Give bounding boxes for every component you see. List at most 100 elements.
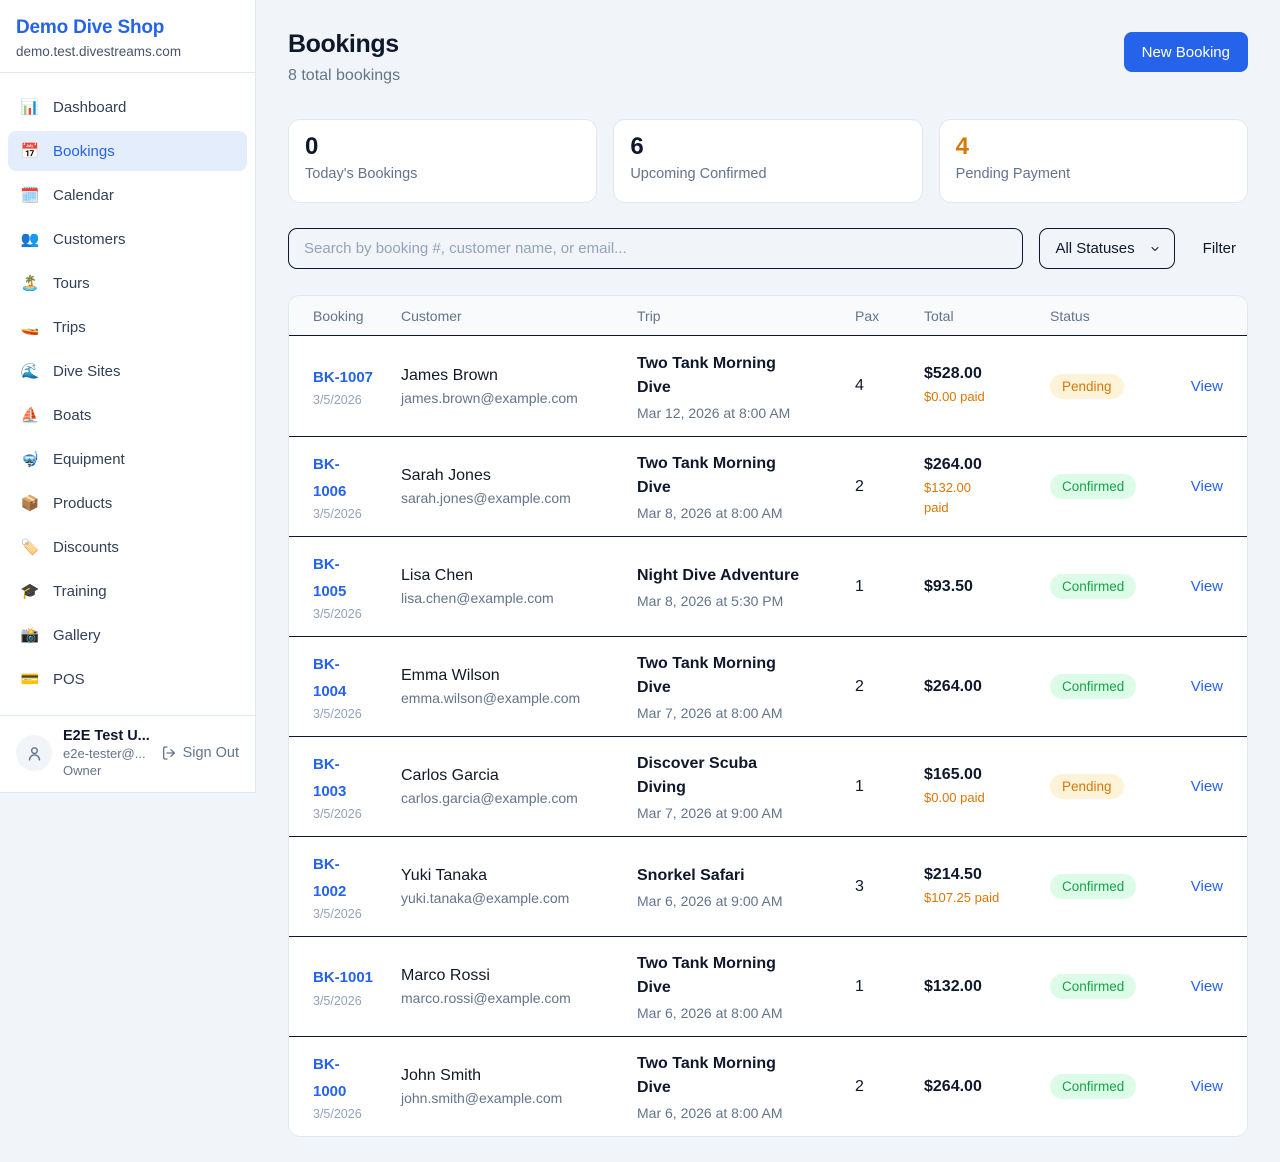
booking-date: 3/5/2026 [313, 507, 391, 521]
sidebar-item-customers[interactable]: 👥 Customers [8, 219, 247, 259]
island-icon: 🏝️ [20, 274, 40, 292]
booking-cell: BK- 1000 3/5/2026 [289, 1037, 401, 1136]
nav-label: Dashboard [53, 99, 126, 116]
status-cell: Confirmed [1050, 837, 1171, 936]
table-row: BK- 1004 3/5/2026 Emma Wilson emma.wilso… [289, 636, 1247, 736]
booking-id-link[interactable]: BK- 1004 [313, 652, 391, 705]
booking-cell: BK- 1002 3/5/2026 [289, 837, 401, 936]
trip-name: Two Tank Morning Dive [637, 352, 845, 400]
booking-id-link[interactable]: BK- 1002 [313, 852, 391, 905]
status-cell: Confirmed [1050, 637, 1171, 736]
view-link[interactable]: View [1191, 978, 1223, 995]
total-amount: $165.00 [924, 766, 1040, 784]
bar-chart-icon: 📊 [20, 98, 40, 116]
booking-id-link[interactable]: BK- 1003 [313, 752, 391, 805]
table-row: BK- 1002 3/5/2026 Yuki Tanaka yuki.tanak… [289, 836, 1247, 936]
filter-button[interactable]: Filter [1191, 240, 1248, 257]
actions-cell: View [1171, 336, 1247, 436]
main-content: Bookings 8 total bookings New Booking 0 … [256, 0, 1280, 1137]
sign-out-label: Sign Out [183, 745, 239, 761]
paid-amount: $0.00 paid [924, 387, 1040, 407]
status-badge: Confirmed [1050, 474, 1136, 499]
nav-label: POS [53, 671, 85, 688]
sign-out-icon [161, 745, 177, 761]
booking-date: 3/5/2026 [313, 994, 391, 1008]
status-cell: Pending [1050, 737, 1171, 836]
search-input[interactable] [288, 228, 1023, 269]
pax-count: 4 [855, 336, 924, 436]
status-filter-select[interactable]: All Statuses [1039, 228, 1174, 269]
sidebar-item-gallery[interactable]: 📸 Gallery [8, 615, 247, 655]
sidebar-item-bookings[interactable]: 📅 Bookings [8, 131, 247, 171]
total-cell: $528.00 $0.00 paid [924, 336, 1050, 436]
customer-cell: Carlos Garcia carlos.garcia@example.com [401, 737, 637, 836]
sidebar-item-discounts[interactable]: 🏷️ Discounts [8, 527, 247, 567]
view-link[interactable]: View [1191, 478, 1223, 495]
sidebar-item-training[interactable]: 🎓 Training [8, 571, 247, 611]
table-row: BK-1007 3/5/2026 James Brown james.brown… [289, 336, 1247, 436]
view-link[interactable]: View [1191, 1078, 1223, 1095]
booking-id-link[interactable]: BK- 1006 [313, 452, 391, 505]
view-link[interactable]: View [1191, 378, 1223, 395]
sidebar-item-pos[interactable]: 💳 POS [8, 659, 247, 699]
table-row: BK- 1006 3/5/2026 Sarah Jones sarah.jone… [289, 436, 1247, 536]
view-link[interactable]: View [1191, 678, 1223, 695]
sidebar-item-dive-sites[interactable]: 🌊 Dive Sites [8, 351, 247, 391]
total-cell: $264.00 $132.00 paid [924, 437, 1050, 536]
sidebar-item-boats[interactable]: ⛵ Boats [8, 395, 247, 435]
actions-cell: View [1171, 537, 1247, 636]
total-amount: $214.50 [924, 866, 1040, 884]
trip-name: Two Tank Morning Dive [637, 952, 845, 1000]
sidebar-item-equipment[interactable]: 🤿 Equipment [8, 439, 247, 479]
view-link[interactable]: View [1191, 878, 1223, 895]
trip-datetime: Mar 12, 2026 at 8:00 AM [637, 405, 845, 421]
user-icon [26, 745, 43, 762]
actions-cell: View [1171, 1037, 1247, 1136]
wave-icon: 🌊 [20, 362, 40, 380]
column-header-trip: Trip [637, 296, 855, 335]
paid-amount: $132.00 paid [924, 478, 1040, 517]
sidebar-item-products[interactable]: 📦 Products [8, 483, 247, 523]
table-row: BK-1001 3/5/2026 Marco Rossi marco.rossi… [289, 936, 1247, 1036]
status-cell: Confirmed [1050, 537, 1171, 636]
customer-cell: James Brown james.brown@example.com [401, 336, 637, 436]
booking-id-link[interactable]: BK-1001 [313, 965, 391, 991]
status-badge: Confirmed [1050, 974, 1136, 999]
view-link[interactable]: View [1191, 578, 1223, 595]
total-amount: $132.00 [924, 978, 1040, 996]
pax-count: 2 [855, 637, 924, 736]
sidebar-item-tours[interactable]: 🏝️ Tours [8, 263, 247, 303]
sign-out-button[interactable]: Sign Out [161, 745, 239, 761]
customer-email: lisa.chen@example.com [401, 590, 627, 606]
total-amount: $264.00 [924, 678, 1040, 696]
user-footer: E2E Test U... e2e-tester@... Owner Sign … [0, 715, 255, 792]
booking-cell: BK- 1006 3/5/2026 [289, 437, 401, 536]
booking-id-link[interactable]: BK- 1005 [313, 552, 391, 605]
diving-mask-icon: 🤿 [20, 450, 40, 468]
sidebar-nav: 📊 Dashboard 📅 Bookings 🗓️ Calendar 👥 Cus… [0, 73, 255, 715]
page-title-block: Bookings 8 total bookings [288, 30, 400, 85]
trip-datetime: Mar 8, 2026 at 8:00 AM [637, 505, 845, 521]
booking-id-link[interactable]: BK-1007 [313, 365, 391, 391]
view-link[interactable]: View [1191, 778, 1223, 795]
brand-domain: demo.test.divestreams.com [16, 44, 239, 59]
sidebar-item-calendar[interactable]: 🗓️ Calendar [8, 175, 247, 215]
actions-cell: View [1171, 937, 1247, 1036]
sidebar-item-dashboard[interactable]: 📊 Dashboard [8, 87, 247, 127]
sidebar-item-trips[interactable]: 🚤 Trips [8, 307, 247, 347]
status-badge: Pending [1050, 774, 1124, 799]
total-cell: $214.50 $107.25 paid [924, 837, 1050, 936]
paid-amount: $107.25 paid [924, 888, 1040, 908]
nav-label: Products [53, 495, 112, 512]
table-row: BK- 1005 3/5/2026 Lisa Chen lisa.chen@ex… [289, 536, 1247, 636]
booking-id-link[interactable]: BK- 1000 [313, 1052, 391, 1105]
stat-label: Today's Bookings [305, 166, 580, 182]
trip-name: Discover Scuba Diving [637, 752, 845, 800]
new-booking-button[interactable]: New Booking [1124, 32, 1248, 72]
nav-label: Bookings [53, 143, 115, 160]
actions-cell: View [1171, 637, 1247, 736]
nav-label: Boats [53, 407, 91, 424]
customer-cell: Lisa Chen lisa.chen@example.com [401, 537, 637, 636]
column-header-actions [1171, 296, 1247, 335]
trip-name: Snorkel Safari [637, 864, 845, 888]
